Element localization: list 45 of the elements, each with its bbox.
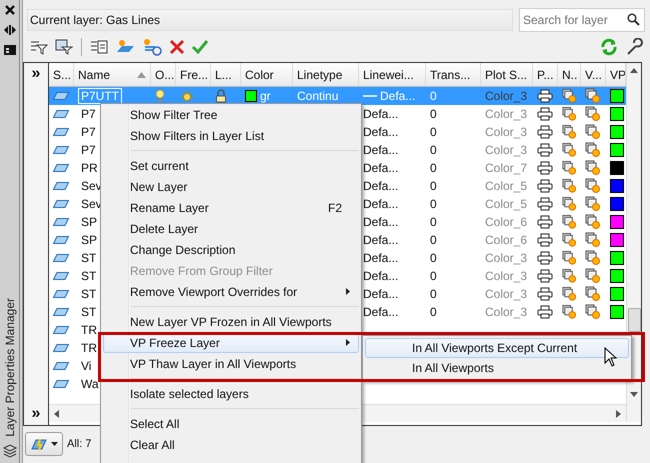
transparency-value: 0 xyxy=(430,161,437,175)
transparency-value: 0 xyxy=(430,251,437,265)
lineweight-value: Defa... xyxy=(363,305,398,319)
transparency-value: 0 xyxy=(430,143,437,157)
transparency-value: 0 xyxy=(430,107,437,121)
transparency-value: 0 xyxy=(430,179,437,193)
plot-style-value: Color_3 xyxy=(485,125,528,139)
transparency-value: 0 xyxy=(430,233,437,247)
palette-title: Layer Properties Manager xyxy=(2,298,16,437)
plot-style-value: Color_3 xyxy=(485,143,528,157)
plot-style-value: Color_3 xyxy=(485,287,528,301)
plot-style-value: Color_5 xyxy=(485,197,528,211)
color-name: gr xyxy=(260,89,271,103)
lineweight-value: Defa... xyxy=(363,251,398,265)
current-layer-label: Current layer: Gas Lines xyxy=(27,9,513,31)
plot-style-value: Color_6 xyxy=(485,233,528,247)
lineweight-value: Defa... xyxy=(363,107,398,121)
lineweight-value: Defa... xyxy=(363,287,398,301)
shortcut-label: F2 xyxy=(328,200,342,214)
plot-style-value: Color_3 xyxy=(485,269,528,283)
transparency-value: 0 xyxy=(430,269,437,283)
plot-style-value: Color_7 xyxy=(485,161,528,175)
layer-count: All: 7 xyxy=(67,438,92,450)
plot-style-value: Color_5 xyxy=(485,179,528,193)
plot-style-value: Color_3 xyxy=(485,305,528,319)
lineweight-value: Defa... xyxy=(363,125,398,139)
lineweight-value: Defa... xyxy=(363,215,398,229)
transparency-value: 0 xyxy=(430,89,437,103)
transparency-value: 0 xyxy=(430,125,437,139)
transparency-value: 0 xyxy=(430,215,437,229)
lineweight-value: Defa... xyxy=(363,161,398,175)
plot-style-value: Color_6 xyxy=(485,215,528,229)
lineweight-value: Defa... xyxy=(363,179,398,193)
plot-style-value: Color_3 xyxy=(485,89,528,103)
transparency-value: 0 xyxy=(430,197,437,211)
plot-style-value: Color_3 xyxy=(485,107,528,121)
lineweight-value: Defa... xyxy=(363,143,398,157)
lineweight-value: Defa... xyxy=(363,197,398,211)
transparency-value: 0 xyxy=(430,287,437,301)
plot-style-value: Color_3 xyxy=(485,251,528,265)
linetype-name: Continu xyxy=(297,89,338,103)
lineweight-value: Defa... xyxy=(363,269,398,283)
lineweight-value: Defa... xyxy=(363,233,398,247)
lineweight-value: Defa... xyxy=(380,89,416,103)
transparency-value: 0 xyxy=(430,305,437,319)
